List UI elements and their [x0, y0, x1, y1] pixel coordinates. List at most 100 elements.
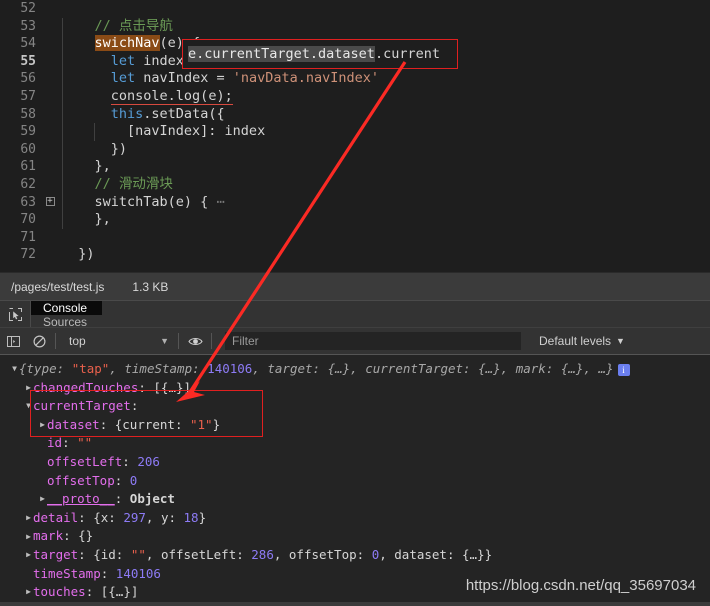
indent-guide [62, 175, 63, 194]
code-token: .setData({ [143, 105, 225, 122]
line-number: 53 [20, 18, 36, 34]
code-text: // 滑动滑块 [58, 175, 173, 194]
fold-gutter [42, 106, 58, 124]
disclosure-triangle-icon[interactable]: ▶ [24, 528, 33, 547]
inspect-element-button[interactable] [0, 301, 31, 327]
console-context-select[interactable]: top ▼ [67, 334, 175, 348]
disclosure-triangle-icon[interactable]: ▼ [10, 360, 19, 379]
code-line[interactable]: 56 let navIndex = 'navData.navIndex' [0, 70, 710, 88]
console-token: , dataset: {…}} [379, 546, 493, 562]
console-rows[interactable]: ▼ {type: "tap", timeStamp: 140106, target… [0, 360, 710, 602]
toolbar-divider-2 [178, 333, 179, 349]
indent-guide [62, 35, 63, 53]
disclosure-triangle-icon[interactable]: ▶ [24, 583, 33, 602]
console-toolbar[interactable]: top ▼ Filter Default levels ▼ [0, 327, 710, 355]
console-row[interactable]: ▼ {type: "tap", timeStamp: 140106, target… [0, 360, 710, 379]
console-row[interactable]: id: "" [0, 434, 710, 453]
console-token: : {id: [78, 546, 131, 562]
console-token: , y: [145, 509, 184, 525]
code-line[interactable]: 60 }) [0, 140, 710, 159]
console-levels-label: Default levels [539, 334, 612, 348]
indent-guide [62, 211, 63, 229]
console-bottom-edge [0, 602, 710, 606]
console-token: offsetTop [47, 472, 115, 488]
line-number: 56 [20, 71, 36, 87]
console-token: id [47, 435, 63, 451]
console-row[interactable]: offsetLeft: 206 [0, 453, 710, 472]
devtools-tabs[interactable]: ConsoleSourcesNetworkSecurityAppDataAudi… [31, 301, 102, 441]
console-token: : [122, 453, 138, 469]
code-line[interactable]: 63 + switchTab(e) { ⋯ [0, 193, 710, 212]
console-filter-input[interactable]: Filter [225, 332, 521, 350]
console-row[interactable]: ▶ detail: {x: 297, y: 18} [0, 509, 710, 528]
console-row[interactable]: ▶ dataset: {current: "1"} [0, 416, 710, 435]
console-token: : [114, 472, 130, 488]
devtools-tab-bar[interactable]: ConsoleSourcesNetworkSecurityAppDataAudi… [0, 300, 710, 441]
console-row[interactable]: ▶ target: {id: "", offsetLeft: 286, offse… [0, 546, 710, 565]
tab-console[interactable]: Console [31, 301, 102, 315]
chevron-down-icon: ▼ [160, 336, 169, 346]
line-number: 70 [20, 212, 36, 228]
code-token: let [110, 70, 136, 87]
indent-guide [62, 158, 63, 176]
code-token: }, [62, 211, 111, 228]
code-line[interactable]: 57 console.log(e); [0, 87, 710, 106]
disclosure-triangle-icon[interactable]: ▶ [24, 509, 33, 528]
info-badge-icon[interactable]: i [617, 363, 630, 376]
console-token: , target: {…}, currentTarget: {…}, mark:… [252, 361, 614, 376]
code-hint-text: e.currentTarget.dataset.current [188, 46, 440, 62]
console-output[interactable]: ▼ {type: "tap", timeStamp: 140106, target… [0, 355, 710, 602]
indent-guide [62, 140, 63, 159]
fold-gutter [42, 0, 58, 18]
console-token: , timeStamp: [109, 361, 208, 376]
console-token: , offsetTop: [273, 546, 372, 562]
disclosure-triangle-icon[interactable]: ▶ [38, 416, 47, 435]
console-token: 18 [183, 509, 199, 525]
code-line[interactable]: 70 }, [0, 211, 710, 229]
console-levels-dropdown[interactable]: Default levels ▼ [539, 334, 625, 348]
fold-gutter [42, 123, 58, 141]
console-row[interactable]: ▶ __proto__: Object [0, 490, 710, 509]
code-line[interactable]: 71 [0, 229, 710, 247]
disclosure-triangle-icon[interactable]: ▶ [38, 490, 47, 509]
console-row[interactable]: ▶ changedTouches: [{…}] [0, 379, 710, 398]
live-expression-icon[interactable] [182, 327, 208, 355]
code-text: this.setData({ [58, 105, 225, 124]
console-token: timeStamp [33, 565, 101, 581]
code-line[interactable]: 59 [navIndex]: index [0, 123, 710, 141]
disclosure-triangle-icon[interactable]: ▼ [24, 397, 33, 416]
disclosure-triangle-icon[interactable]: ▶ [24, 546, 33, 565]
code-token: console.log(e); [110, 87, 233, 105]
console-row[interactable]: ▼ currentTarget: [0, 397, 710, 416]
code-line[interactable]: 58 this.setData({ [0, 105, 710, 124]
editor-status-bar: /pages/test/test.js 1.3 KB [0, 272, 710, 300]
console-row[interactable]: offsetTop: 0 [0, 472, 710, 491]
code-token: 'navData.navIndex' [232, 70, 380, 87]
console-sidebar-icon[interactable] [0, 327, 26, 355]
indent-guide [62, 52, 63, 71]
console-context-value: top [69, 334, 86, 348]
line-number: 59 [20, 124, 36, 140]
code-line[interactable]: 52 [0, 0, 710, 18]
code-line[interactable]: 62 // 滑动滑块 [0, 175, 710, 194]
fold-gutter [42, 229, 58, 247]
disclosure-triangle-icon[interactable]: ▶ [24, 379, 33, 398]
code-line[interactable]: 53 // 点击导航 [0, 17, 710, 36]
fold-toggle-icon[interactable]: + [42, 194, 58, 212]
indent-guide [62, 123, 63, 141]
code-line[interactable]: 72 }) [0, 246, 710, 264]
fold-gutter [42, 246, 58, 264]
fold-gutter [42, 53, 58, 71]
line-number: 71 [20, 229, 36, 245]
clear-console-icon[interactable] [26, 327, 52, 355]
code-token: [navIndex]: index [62, 123, 266, 140]
fold-gutter [42, 35, 58, 53]
code-line[interactable]: 61 }, [0, 158, 710, 176]
console-row[interactable]: ▶ mark: {} [0, 527, 710, 546]
